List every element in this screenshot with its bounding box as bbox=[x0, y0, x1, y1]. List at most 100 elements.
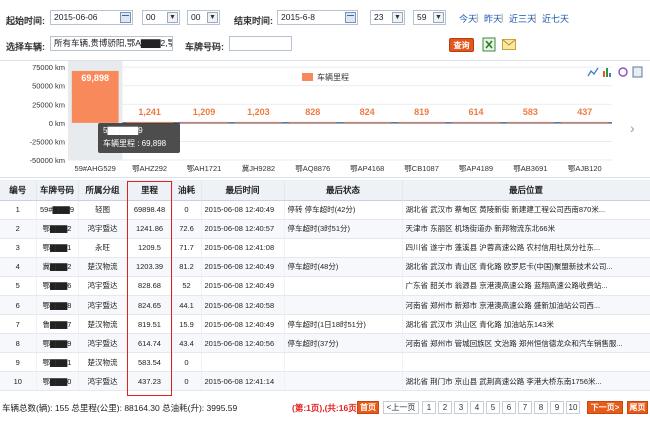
page-number-button[interactable]: 7 bbox=[518, 401, 532, 414]
start-minute-select[interactable]: 00 ▼ bbox=[187, 10, 220, 25]
table-row[interactable]: 8 鄂▇▇▇9 鸿宇暨达 614.74 43.4 2015-06-08 12:40:56 停… bbox=[0, 333, 650, 354]
table-cell: 河南省 郑州市 管城回族区 文治路 郑州恒信德龙众和汽车销售服... bbox=[402, 333, 650, 354]
column-header[interactable]: 车牌号码 bbox=[36, 180, 79, 201]
prev-page-button[interactable]: <上一页 bbox=[383, 401, 419, 414]
table-cell: 0 bbox=[172, 200, 202, 220]
query-button[interactable]: 查询 bbox=[449, 38, 474, 52]
save-image-icon[interactable] bbox=[632, 66, 643, 78]
page-number-button[interactable]: 6 bbox=[502, 401, 516, 414]
line-chart-icon[interactable] bbox=[587, 67, 599, 77]
quick-three-days[interactable]: 近三天 bbox=[509, 12, 536, 25]
bar[interactable] bbox=[561, 121, 609, 123]
bar[interactable] bbox=[180, 121, 228, 123]
table-cell: 0 bbox=[172, 352, 202, 373]
bar[interactable] bbox=[507, 121, 554, 123]
table-cell: 四川省 遂宁市 蓬溪县 沪蓉高速公路 农村信用社凤分社东... bbox=[402, 238, 650, 258]
page-number-button[interactable]: 2 bbox=[438, 401, 452, 414]
last-page-button[interactable]: 尾页 bbox=[627, 401, 648, 414]
plate-input[interactable] bbox=[229, 36, 292, 51]
table-row[interactable]: 6 鄂▇▇▇8 鸿宇暨达 824.65 44.1 2015-06-08 12:40:58 河… bbox=[0, 295, 650, 316]
y-tick-label: -50000 km bbox=[30, 156, 65, 165]
column-header[interactable]: 最后位置 bbox=[402, 180, 650, 201]
table-row[interactable]: 5 鄂▇▇▇6 鸿宇暨达 828.68 52 2015-06-08 12:40:49 广东省… bbox=[0, 276, 650, 296]
page-number-button[interactable]: 9 bbox=[550, 401, 564, 414]
end-minute-select[interactable]: 59 ▼ bbox=[413, 10, 446, 25]
vehicle-select[interactable]: 所有车辆,贵博骄阳,鄂A▇▇▇2,鄂AF bbox=[50, 36, 173, 51]
bar-chart-icon[interactable] bbox=[603, 68, 611, 77]
table-cell bbox=[284, 276, 403, 296]
table-cell: 10 bbox=[0, 371, 37, 392]
end-hour-select[interactable]: 23 ▼ bbox=[370, 10, 405, 25]
column-header[interactable]: 最后状态 bbox=[284, 180, 403, 201]
quick-yesterday[interactable]: 昨天 bbox=[484, 12, 502, 25]
start-time-label: 起始时间: bbox=[6, 16, 45, 26]
x-tick-label: 鄂AQ8876 bbox=[295, 164, 330, 173]
calendar-icon[interactable] bbox=[120, 12, 131, 23]
table-row[interactable]: 2 鄂▇▇▇2 鸿宇暨达 1241.86 72.6 2015-06-08 12:40:57… bbox=[0, 219, 650, 239]
x-tick-label: 鄂CB1087 bbox=[404, 164, 439, 173]
table-cell: 停车超时(37分) bbox=[284, 333, 403, 354]
first-page-button[interactable]: 首页 bbox=[357, 401, 379, 414]
table-cell: 0 bbox=[172, 371, 202, 392]
table-cell: 轻图 bbox=[78, 200, 128, 220]
bar[interactable] bbox=[235, 121, 282, 123]
next-page-button[interactable]: 下一页> bbox=[587, 401, 623, 414]
sep: | bbox=[501, 12, 504, 22]
start-hour-select[interactable]: 00 ▼ bbox=[142, 10, 180, 25]
table-row[interactable]: 3 鄂▇▇▇1 永旺 1209.5 71.7 2015-06-08 12:41:08 四川省… bbox=[0, 238, 650, 258]
chevron-right-icon[interactable]: › bbox=[630, 120, 635, 136]
chart-toolbar bbox=[587, 66, 643, 78]
bar[interactable] bbox=[126, 121, 173, 123]
table-cell: 鄂▇▇▇8 bbox=[36, 295, 79, 316]
table-cell bbox=[284, 371, 403, 392]
table-cell bbox=[402, 352, 650, 373]
table-cell: 4 bbox=[0, 257, 37, 277]
quick-seven-days[interactable]: 近七天 bbox=[542, 12, 569, 25]
bar[interactable] bbox=[289, 121, 337, 123]
table-row[interactable]: 1 59#▇▇▇9 轻图 69898.48 0 2015-06-08 12:40:49 停转… bbox=[0, 200, 650, 220]
chevron-down-icon[interactable]: ▼ bbox=[167, 12, 178, 23]
page-number-button[interactable]: 5 bbox=[486, 401, 500, 414]
table-row[interactable]: 7 鲁▇▇▇7 楚汉物流 819.51 15.9 2015-06-08 12:40:49 停… bbox=[0, 314, 650, 335]
bar[interactable] bbox=[398, 121, 445, 123]
page-number-button[interactable]: 10 bbox=[566, 401, 580, 414]
x-tick-label: 鄂AP4168 bbox=[350, 164, 384, 173]
x-tick-label: 鄂AB3691 bbox=[513, 164, 547, 173]
refresh-icon[interactable] bbox=[618, 67, 628, 77]
start-date-input[interactable]: 2015-06-06 bbox=[50, 10, 133, 25]
table-cell: 湖北省 武汉市 蔡甸区 黄陵新街 新建建工程公司西南870米... bbox=[402, 200, 650, 220]
table-cell: 5 bbox=[0, 276, 37, 296]
table-cell: 72.6 bbox=[172, 219, 202, 239]
table-row[interactable]: 4 冀▇▇▇2 楚汉物流 1203.39 81.2 2015-06-08 12:40:49… bbox=[0, 257, 650, 277]
page-number-button[interactable]: 1 bbox=[422, 401, 436, 414]
start-minute-value: 00 bbox=[191, 12, 201, 22]
mail-icon[interactable] bbox=[502, 39, 516, 50]
table-row[interactable]: 10 鄂▇▇▇0 鸿宇暨达 437.23 0 2015-06-08 12:41:14 湖北省… bbox=[0, 371, 650, 392]
plate-label: 车牌号码: bbox=[185, 42, 224, 52]
column-header[interactable]: 最后时间 bbox=[201, 180, 285, 201]
column-header[interactable]: 所属分组 bbox=[78, 180, 128, 201]
calendar-icon[interactable] bbox=[345, 12, 356, 23]
table-cell: 停车超时(48分) bbox=[284, 257, 403, 277]
table-row[interactable]: 9 鄂▇▇▇1 楚汉物流 583.54 0 bbox=[0, 352, 650, 373]
column-header[interactable]: 编号 bbox=[0, 180, 37, 201]
page-number-button[interactable]: 4 bbox=[470, 401, 484, 414]
end-date-input[interactable]: 2015-6-8 bbox=[277, 10, 358, 25]
data-label: 437 bbox=[577, 107, 592, 117]
bar[interactable] bbox=[452, 121, 500, 123]
start-hour-value: 00 bbox=[146, 12, 156, 22]
chevron-down-icon[interactable]: ▼ bbox=[207, 12, 218, 23]
column-header[interactable]: 油耗 bbox=[172, 180, 202, 201]
summary-text: 车辆总数(辆): 155 总里程(公里): 88164.30 总油耗(升): 3… bbox=[2, 403, 238, 413]
page-number-button[interactable]: 8 bbox=[534, 401, 548, 414]
table-cell: 71.7 bbox=[172, 238, 202, 258]
chevron-down-icon[interactable]: ▼ bbox=[433, 12, 444, 23]
table-cell: 停转 停车超时(42分) bbox=[284, 200, 403, 220]
bar[interactable] bbox=[343, 121, 391, 123]
table-cell bbox=[201, 352, 285, 373]
page-number-button[interactable]: 3 bbox=[454, 401, 468, 414]
table-cell: 鲁▇▇▇7 bbox=[36, 314, 79, 335]
quick-today[interactable]: 今天 bbox=[459, 12, 477, 25]
chevron-down-icon[interactable]: ▼ bbox=[392, 12, 403, 23]
excel-export-icon[interactable] bbox=[482, 37, 496, 52]
